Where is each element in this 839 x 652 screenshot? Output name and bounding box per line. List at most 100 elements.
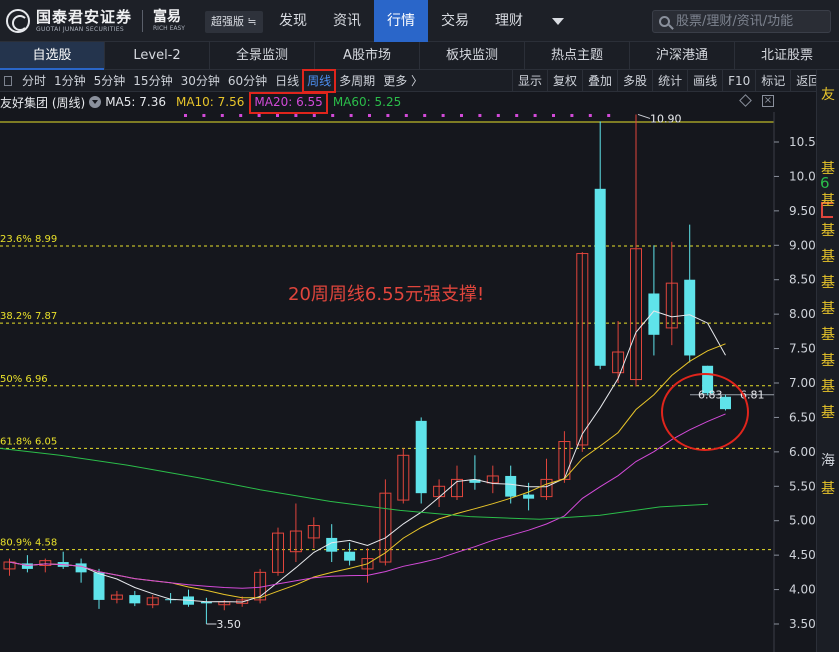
chart-tool-0[interactable]: 显示 [512, 70, 547, 92]
panel-toggle-icon[interactable] [4, 76, 12, 86]
module-tab-2[interactable]: 全景监测 [210, 42, 315, 70]
side-char-12: 基 [821, 481, 835, 497]
candle-body-down [648, 293, 660, 335]
chart-tool-5[interactable]: 画线 [687, 70, 722, 92]
support-callout: 20周周线6.55元强支撑! [288, 284, 484, 305]
nav-more-chevron-down-icon[interactable] [536, 0, 580, 42]
side-char-0: 友 [821, 87, 835, 103]
nav-item-4[interactable]: 理财 [482, 0, 536, 42]
search-input[interactable] [676, 14, 826, 29]
marker-dot [184, 114, 187, 117]
indicator-dropdown-icon[interactable] [89, 96, 102, 108]
marker-dot [570, 114, 574, 117]
chart-tool-7[interactable]: 标记 [755, 70, 790, 92]
marker-dot [349, 114, 353, 117]
module-tab-6[interactable]: 沪深港通 [630, 42, 735, 70]
chart-tool-4[interactable]: 统计 [652, 70, 687, 92]
candle-body-down [21, 563, 33, 569]
candle-body-down [93, 572, 105, 600]
y-axis-label: 10.00 [789, 169, 816, 183]
side-char-3: 基 [821, 223, 835, 239]
chart-tool-3[interactable]: 多股 [617, 70, 652, 92]
side-char-7: 基 [821, 327, 835, 343]
marker-dot [460, 114, 463, 117]
quote-side-panel: 6 友基基基基基基基基基基海基 [816, 70, 839, 652]
brand-logo: 国泰君安证券 GUOTAI JUNAN SECURITIES 富易 RICH E… [6, 9, 185, 33]
period-tab-0[interactable]: 分时 [18, 70, 50, 92]
period-tab-3[interactable]: 15分钟 [129, 70, 176, 92]
marker-dot [239, 114, 243, 117]
side-char-5: 基 [821, 275, 835, 291]
marker-dot [312, 114, 316, 117]
y-axis-label: 9.50 [789, 204, 816, 218]
high-label: 10.90 [650, 112, 682, 125]
module-tab-0[interactable]: 自选股 [0, 42, 105, 70]
side-char-9: 基 [821, 379, 835, 395]
close-indicator-icon[interactable]: × [762, 95, 774, 107]
module-tab-5[interactable]: 热点主题 [525, 42, 630, 70]
y-axis-label: 5.00 [789, 514, 816, 528]
side-char-6: 基 [821, 301, 835, 317]
nav-item-1[interactable]: 资讯 [320, 0, 374, 42]
marker-dot [404, 114, 408, 117]
ma60-value: MA60: 5.25 [332, 95, 402, 109]
fib-label: 38.2% 7.87 [0, 311, 57, 322]
module-tab-7[interactable]: 北证股票 [735, 42, 839, 70]
period-tabs: 分时 1分钟 5分钟 15分钟 30分钟 60分钟 日线 周线 多周期 更多 〉 [18, 69, 427, 93]
marker-dot [202, 114, 206, 117]
period-tab-2[interactable]: 5分钟 [90, 70, 130, 92]
y-axis-label: 9.00 [789, 238, 816, 252]
period-tab-5[interactable]: 60分钟 [224, 70, 271, 92]
marker-dot [588, 114, 592, 117]
ma5-value: MA5: 7.36 [105, 95, 166, 109]
y-axis-label: 3.50 [789, 617, 816, 631]
candle-body-down [505, 475, 517, 497]
marker-dot [220, 114, 224, 117]
candle-body-down [344, 551, 356, 561]
brand-logo-icon [6, 9, 30, 33]
app-name-en: RICH EASY [153, 25, 185, 32]
module-tabs: 自选股 Level-2 全景监测 A股市场 板块监测 热点主题 沪深港通 北证股票 [0, 42, 839, 70]
y-axis-label: 6.50 [789, 410, 816, 424]
marker-dot [478, 114, 482, 117]
top-bar: 国泰君安证券 GUOTAI JUNAN SECURITIES 富易 RICH E… [0, 0, 839, 42]
period-tab-6[interactable]: 日线 [271, 70, 303, 92]
chart-tool-1[interactable]: 复权 [547, 70, 582, 92]
nav-item-0[interactable]: 发现 [266, 0, 320, 42]
module-tab-3[interactable]: A股市场 [315, 42, 420, 70]
marker-dot [294, 114, 298, 117]
app-name: 富易 [153, 9, 182, 25]
marker-dot [441, 114, 445, 117]
y-axis-label: 8.50 [789, 273, 816, 287]
candlestick-chart[interactable]: 10.50 10.00 9.50 9.00 8.50 8.00 7.50 7.00 6.50 6.… [0, 112, 816, 652]
candle-body-down [523, 494, 535, 499]
module-tab-1[interactable]: Level-2 [105, 42, 210, 70]
nav-item-2[interactable]: 行情 [374, 0, 428, 42]
side-char-11: 海 [821, 453, 835, 469]
indicator-bar: 友好集团 (周线) MA5: 7.36 MA10: 7.56 MA20: 6.5… [0, 92, 790, 112]
fib-label: 23.6% 8.99 [0, 234, 57, 245]
search-icon [659, 16, 670, 27]
marker-dot [515, 114, 519, 117]
period-tab-9[interactable]: 更多 〉 [379, 70, 427, 92]
period-tab-4[interactable]: 30分钟 [177, 70, 224, 92]
y-axis-label: 5.50 [789, 479, 816, 493]
marker-dot [257, 114, 261, 117]
search-box[interactable] [652, 10, 831, 33]
period-tab-1[interactable]: 1分钟 [50, 70, 90, 92]
side-char-1: 基 [821, 161, 835, 177]
period-tab-8[interactable]: 多周期 [335, 70, 379, 92]
side-char-10: 基 [821, 405, 835, 421]
module-tab-4[interactable]: 板块监测 [420, 42, 525, 70]
edition-switch[interactable]: 超强版 ≒ [205, 11, 263, 33]
nav-item-3[interactable]: 交易 [428, 0, 482, 42]
chart-tool-2[interactable]: 叠加 [582, 70, 617, 92]
chart-tool-6[interactable]: F10 [722, 70, 755, 92]
y-axis-label: 4.00 [789, 583, 816, 597]
period-tab-7[interactable]: 周线 [302, 69, 337, 93]
stock-name[interactable]: 友好集团 (周线) [0, 94, 85, 111]
candle-body-down [684, 279, 696, 356]
candle-body-down [415, 420, 427, 494]
brand-name: 国泰君安证券 [36, 7, 133, 26]
side-char-8: 基 [821, 353, 835, 369]
